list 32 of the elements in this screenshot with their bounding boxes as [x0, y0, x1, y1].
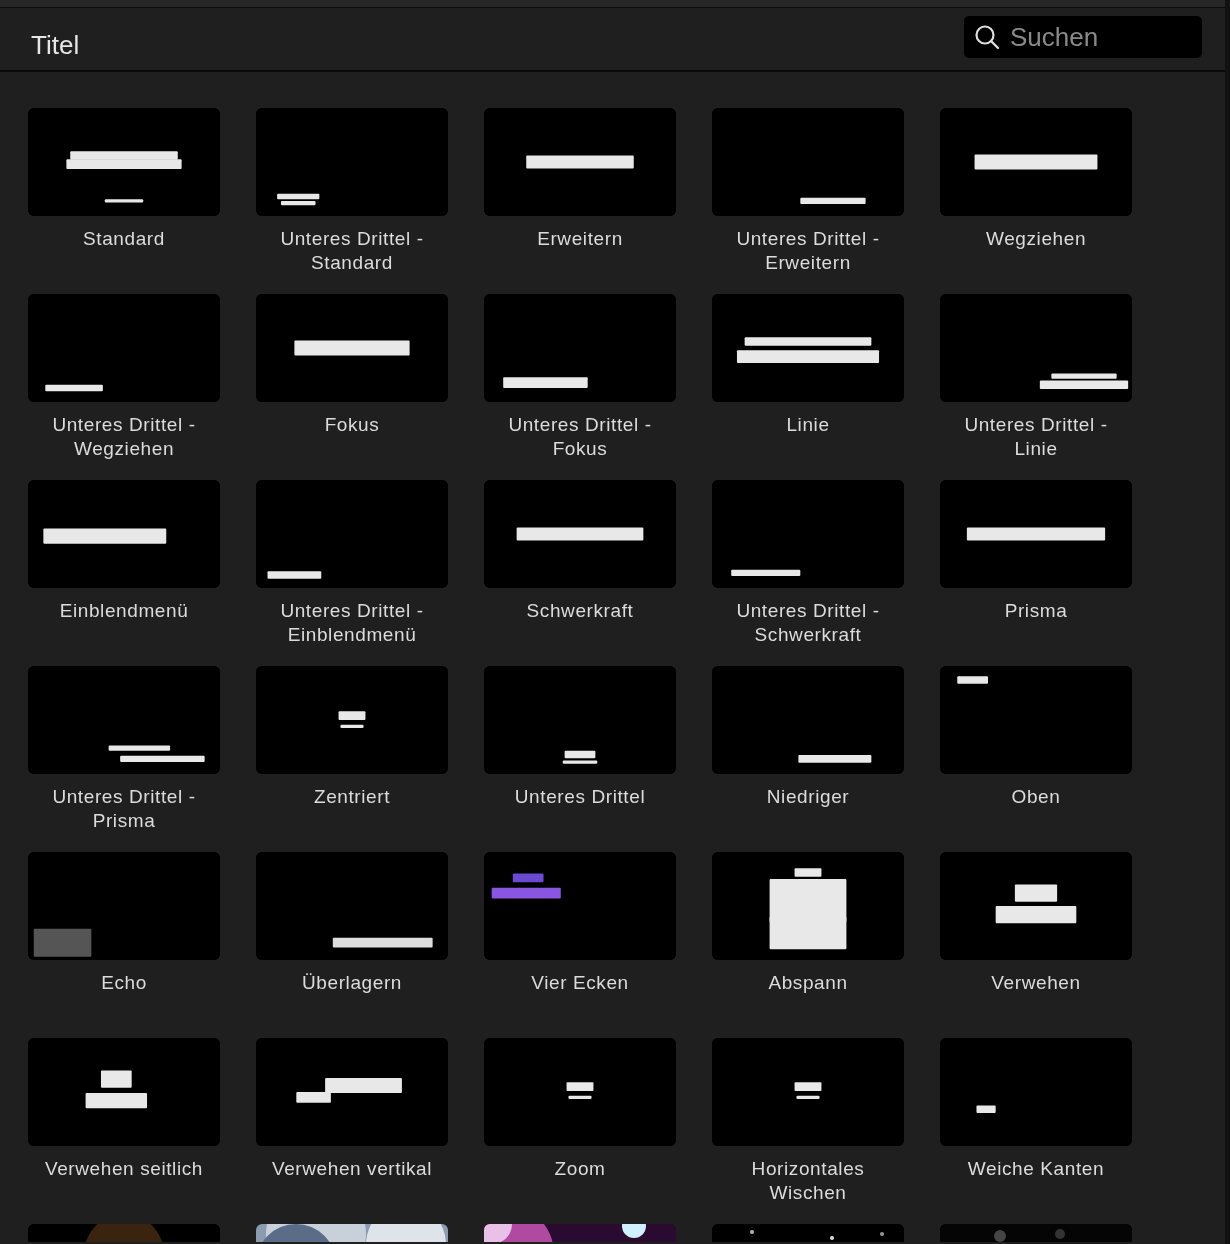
- title-label: Zentriert: [312, 785, 392, 809]
- title-label: Standard: [82, 227, 166, 251]
- panel-title: Titel: [31, 28, 80, 61]
- title-label: Schwerkraft: [525, 599, 635, 623]
- title-label: Prisma: [1003, 599, 1069, 623]
- title-label: Vier Ecken: [530, 971, 630, 995]
- title-label: Fokus: [323, 413, 381, 437]
- title-label: Oben: [1010, 785, 1062, 809]
- title-label: Einblendmenü: [58, 599, 190, 623]
- title-label: Unteres Drittel - Wegziehen: [51, 413, 197, 460]
- title-label: Erweitern: [536, 227, 624, 251]
- title-label: Unteres Drittel: [513, 785, 647, 809]
- title-label: Echo: [100, 971, 148, 995]
- title-label: Verwehen seitlich: [43, 1157, 205, 1181]
- title-label: Unteres Drittel - Standard: [279, 227, 425, 274]
- search-field[interactable]: Suchen: [964, 16, 1202, 58]
- title-label: Unteres Drittel - Fokus: [507, 413, 653, 460]
- title-label: Linie: [785, 413, 831, 437]
- title-label: Unteres Drittel - Einblendmenü: [279, 599, 425, 646]
- title-label: Wegziehen: [984, 227, 1088, 251]
- title-label: Verwehen vertikal: [270, 1157, 434, 1181]
- title-label: Unteres Drittel - Erweitern: [735, 227, 881, 274]
- title-label: Unteres Drittel - Linie: [963, 413, 1109, 460]
- title-label: Unteres Drittel - Schwerkraft: [735, 599, 881, 646]
- title-label: Weiche Kanten: [966, 1157, 1106, 1181]
- title-label: Horizontales Wischen: [750, 1157, 866, 1204]
- title-label: Überlagern: [301, 971, 403, 995]
- title-label: Unteres Drittel - Prisma: [51, 785, 197, 832]
- title-label: Verwehen: [990, 971, 1082, 995]
- title-label: Abspann: [767, 971, 849, 995]
- title-label: Niedriger: [765, 785, 851, 809]
- title-label: Zoom: [553, 1157, 607, 1181]
